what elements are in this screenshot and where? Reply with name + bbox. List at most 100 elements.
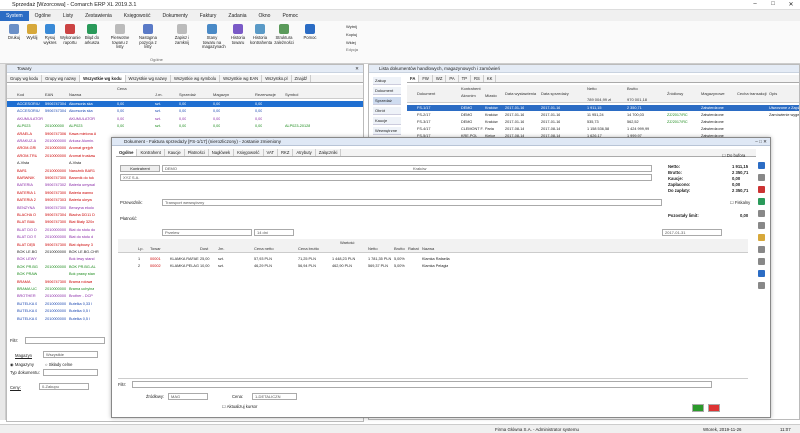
list-col-6[interactable]: Źródłowy	[667, 91, 683, 96]
ribbon-button-1[interactable]: Wyślij	[22, 24, 42, 41]
buffer-checkbox[interactable]: ☐ Do bufora	[722, 153, 745, 158]
goods-col-7[interactable]: Rezerwacje	[255, 92, 276, 97]
goods-col-3[interactable]: Cena	[117, 86, 127, 91]
goods-row[interactable]: ARAELA 5906747306 Kawa mielona A	[7, 131, 363, 137]
doc-type-select[interactable]	[43, 369, 98, 376]
list-tab-2[interactable]: WZ	[433, 75, 447, 82]
list-side-0[interactable]: Zakup	[373, 77, 401, 85]
ribbon-button-8[interactable]: Stany towaru na magazynach	[202, 24, 226, 50]
list-side-5[interactable]: Wewnętrzne	[373, 127, 401, 135]
goods-col-1[interactable]: EAN	[45, 92, 53, 97]
menu-5[interactable]: Dokumenty	[156, 11, 193, 21]
price-select[interactable]: 0-Zakupu	[39, 383, 89, 390]
item-col-3[interactable]: Jm.	[218, 246, 224, 251]
goods-tab-3[interactable]: Wszystkie wg nazwy	[126, 75, 171, 82]
list-col-0[interactable]: Dokument	[417, 91, 435, 96]
right-tool-icon[interactable]	[758, 162, 765, 169]
list-row[interactable]: FS-4/17 CLEMONT F. Paria 2017-08-14 2017-08-…	[407, 126, 799, 132]
right-tool-icon[interactable]	[758, 246, 765, 253]
list-tab-0[interactable]: FA	[407, 75, 420, 82]
payment-days[interactable]: 14 dni	[254, 229, 294, 236]
goods-col-2[interactable]: Nazwa	[69, 92, 81, 97]
kontrahent-button[interactable]: Kontrahent	[120, 165, 160, 172]
menu-1[interactable]: Ogólne	[29, 11, 57, 21]
right-tool-icon[interactable]	[758, 234, 765, 241]
menu-6[interactable]: Faktury	[194, 11, 223, 21]
list-side-3[interactable]: Obrót	[373, 107, 401, 115]
item-row[interactable]: 1 00001 KLAMKA RAFAE 25,00 szt. 57,93 PLN 71,2…	[118, 256, 748, 262]
doc-tab-4[interactable]: Nagłówek	[209, 149, 235, 156]
goods-tab-1[interactable]: Grupy wg nazwy	[42, 75, 81, 82]
transport-select[interactable]: Transport wewnętrzny	[162, 199, 662, 206]
maximize-icon[interactable]: □	[764, 1, 782, 8]
ribbon-button-12[interactable]: Pomoc	[300, 24, 320, 41]
goods-col-8[interactable]: Symbol	[285, 92, 298, 97]
list-row[interactable]: FS-3/17 DEMO Kraków 2017-01-16 2017-01-16 535…	[407, 119, 799, 125]
menu-3[interactable]: Zestawienia	[79, 11, 118, 21]
item-col-6[interactable]: Wartość	[340, 240, 355, 245]
ribbon-button-10[interactable]: Historia kontrahenta	[250, 24, 272, 45]
list-side-4[interactable]: Kaucje	[373, 117, 401, 125]
list-col-9[interactable]: Opis	[769, 91, 777, 96]
list-tab-6[interactable]: KK	[484, 75, 497, 82]
ribbon-button-9[interactable]: Historia towaru	[228, 24, 248, 45]
doc-tab-6[interactable]: VAT	[264, 149, 279, 156]
menu-0[interactable]: System	[0, 11, 29, 21]
right-tool-icon[interactable]	[758, 210, 765, 217]
goods-row[interactable]: ACCESORIU 5906747304 Akcesoria ska 0,00 szt.…	[7, 108, 363, 114]
list-side-1[interactable]: Dokument	[373, 87, 401, 95]
save-button[interactable]	[692, 404, 704, 412]
goods-tab-2[interactable]: Wszystkie wg kodu	[80, 75, 126, 82]
radio-customs[interactable]: ○ Składy celne	[45, 362, 72, 367]
list-tab-4[interactable]: TP	[459, 75, 472, 82]
cancel-button[interactable]	[708, 404, 720, 412]
goods-row[interactable]: ALP023 201000000 ALP023 0,00 szt. 0,00 0,00 0,0…	[7, 123, 363, 129]
right-tool-icon[interactable]	[758, 258, 765, 265]
close-icon[interactable]: ✕	[782, 1, 800, 8]
goods-close-icon[interactable]: ✕	[355, 65, 359, 73]
update-cursor-checkbox[interactable]: ☐ Aktualizuj kursor	[222, 404, 257, 409]
goods-tab-4[interactable]: Wszystkie wg symbolu	[171, 75, 221, 82]
goods-tab-5[interactable]: Wszystkie wg EAN	[220, 75, 263, 82]
goods-row[interactable]: ACCESORIU 5906747304 Akcesoria ska 0,00 szt.…	[7, 101, 363, 108]
item-col-1[interactable]: Towar	[150, 246, 161, 251]
list-row[interactable]: FS-1/17 DEMO Kraków 2017-01-16 2017-01-16 1 9…	[407, 105, 799, 112]
menu-8[interactable]: Okno	[253, 11, 277, 21]
items-filter-input[interactable]	[132, 381, 712, 388]
right-tool-icon[interactable]	[758, 270, 765, 277]
item-col-4[interactable]: Cena netto	[254, 246, 274, 251]
list-col-8[interactable]: Cecha transakcji	[737, 91, 767, 96]
item-col-2[interactable]: Dost	[200, 246, 208, 251]
warehouse-select[interactable]: Wszystkie	[43, 351, 98, 358]
document-close-icon[interactable]: – □ ✕	[755, 138, 767, 146]
goods-col-0[interactable]: Kod	[17, 92, 24, 97]
item-col-7[interactable]: Netto	[368, 246, 378, 251]
right-tool-icon[interactable]	[758, 186, 765, 193]
item-col-8[interactable]: Brutto	[394, 246, 405, 251]
list-col-7[interactable]: Magazynowe	[701, 91, 725, 96]
doc-tab-2[interactable]: Kaucje	[165, 149, 185, 156]
goods-col-6[interactable]: Magazyn	[213, 92, 229, 97]
list-side-2[interactable]: Sprzedaż	[373, 97, 401, 105]
list-tab-3[interactable]: PA	[446, 75, 459, 82]
right-tool-icon[interactable]	[758, 174, 765, 181]
source-select[interactable]: MAG	[168, 393, 208, 400]
radio-warehouses[interactable]: ◉ Magazyny	[10, 362, 34, 367]
doc-tab-0[interactable]: Ogólne	[116, 149, 138, 156]
copy-button[interactable]: Kopiuj	[346, 31, 376, 39]
item-col-5[interactable]: Cena brutto	[298, 246, 319, 251]
list-tab-5[interactable]: RS	[471, 75, 484, 82]
menu-9[interactable]: Pomoc	[276, 11, 304, 21]
ribbon-button-0[interactable]: Drukuj	[4, 24, 24, 41]
goods-filter-input[interactable]	[25, 337, 105, 344]
goods-row[interactable]: AKUMULATOR AKUMULATOR 0,00 szt. 0,00 0,00 0,00	[7, 116, 363, 122]
payment-date[interactable]: 2017-01-31	[662, 229, 722, 236]
right-tool-icon[interactable]	[758, 198, 765, 205]
item-row[interactable]: 2 00002 KLAMKA PELAG 10,00 szt. 46,29 PLN 56,9…	[118, 263, 748, 269]
item-col-10[interactable]: Nazwa	[422, 246, 434, 251]
list-col-1[interactable]: Kontrahent	[461, 86, 481, 91]
doc-tab-1[interactable]: Kontrahent	[137, 149, 165, 156]
ribbon-button-11[interactable]: Struktura zależności	[274, 24, 294, 45]
minimize-icon[interactable]: –	[746, 1, 764, 8]
kontrahent-field[interactable]: DEMO Kraków	[162, 165, 652, 172]
